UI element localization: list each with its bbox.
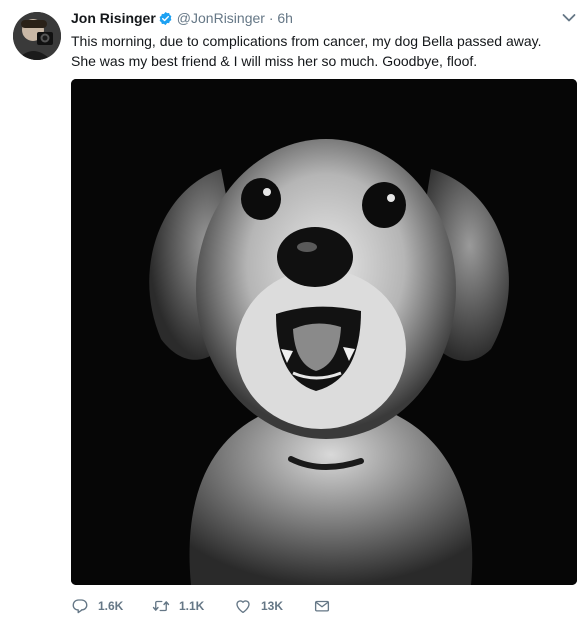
- author-name[interactable]: Jon Risinger: [71, 10, 156, 26]
- retweet-button[interactable]: 1.1K: [152, 596, 204, 616]
- verified-badge-icon: [158, 11, 173, 31]
- tweet-photo-dog[interactable]: [71, 79, 577, 585]
- envelope-icon: [313, 597, 331, 615]
- like-button[interactable]: 13K: [234, 596, 283, 616]
- heart-icon: [234, 597, 252, 615]
- reply-button[interactable]: 1.6K: [71, 596, 123, 616]
- like-count: 13K: [261, 599, 284, 613]
- tweet-header: Jon Risinger @JonRisinger · 6h: [71, 8, 293, 28]
- header-separator: ·: [268, 10, 274, 26]
- chevron-down-icon[interactable]: [562, 10, 576, 22]
- tweet-text-line: This morning, due to complications from …: [71, 33, 542, 49]
- tweet-timestamp[interactable]: 6h: [277, 10, 293, 26]
- tweet-card[interactable]: Jon Risinger @JonRisinger · 6h This morni…: [0, 0, 588, 625]
- tweet-text: This morning, due to complications from …: [71, 31, 571, 71]
- author-avatar[interactable]: [13, 12, 61, 60]
- retweet-icon: [152, 597, 170, 615]
- author-handle[interactable]: @JonRisinger: [177, 10, 265, 26]
- tweet-text-line: She was my best friend & I will miss her…: [71, 53, 478, 69]
- direct-message-button[interactable]: [313, 596, 331, 616]
- reply-icon: [71, 597, 89, 615]
- retweet-count: 1.1K: [179, 599, 205, 613]
- reply-count: 1.6K: [98, 599, 124, 613]
